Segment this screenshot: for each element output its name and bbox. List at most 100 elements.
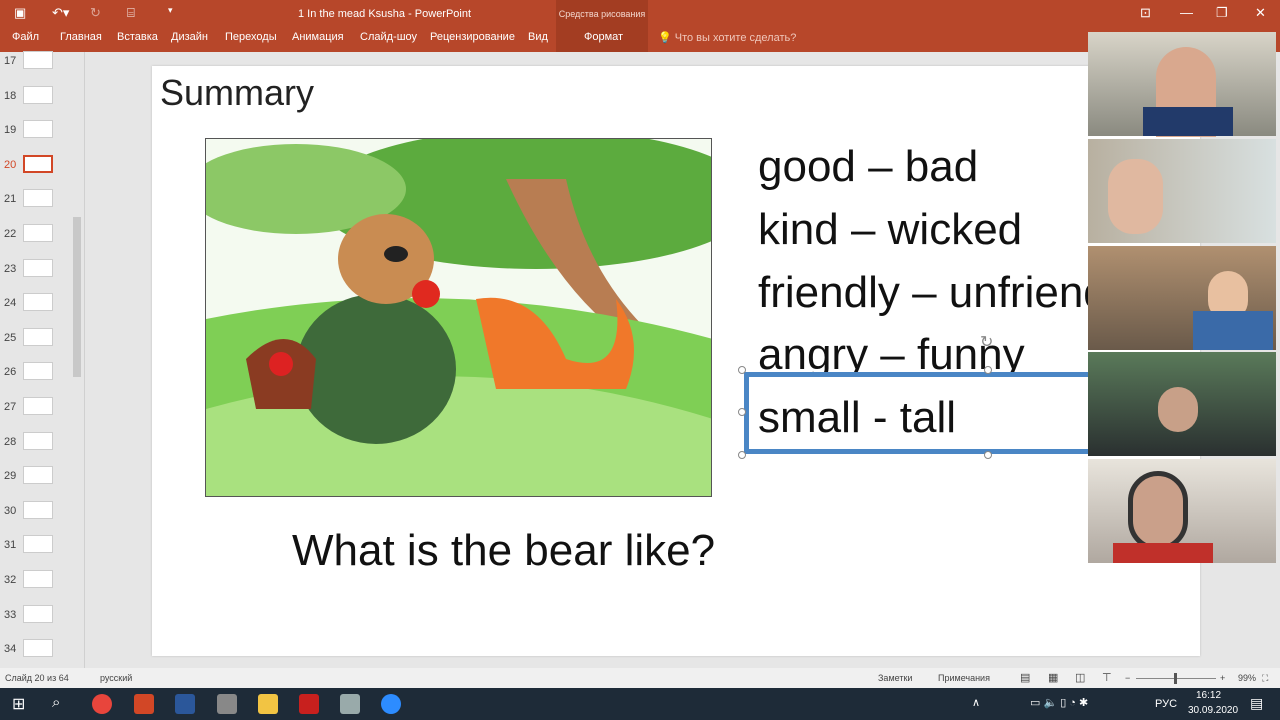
fit-slide-icon[interactable]: ⛶ — [1262, 673, 1268, 684]
resize-handle[interactable] — [984, 451, 992, 459]
taskbar: ⊞ ⌕ ∧ ▭ 🔈 ▯ ◔ ✱ РУС 16:12 30.09.2020 ▤ — [0, 688, 1280, 720]
zoom-slider[interactable] — [1136, 673, 1216, 684]
thumbnail-preview — [23, 639, 53, 658]
tab-design[interactable]: Дизайн — [171, 31, 208, 43]
zoom-level[interactable]: 99% — [1238, 673, 1256, 683]
undo-icon[interactable]: ↶▾ — [52, 5, 69, 21]
word-pair: kind – wicked — [758, 205, 1023, 254]
thumbnail-preview — [23, 293, 53, 312]
slide-counter: Слайд 20 из 64 — [5, 673, 69, 683]
slide-number: 23 — [4, 262, 17, 275]
tab-home[interactable]: Главная — [60, 31, 102, 43]
zoom-out-icon[interactable]: − — [1125, 673, 1130, 683]
clock-time[interactable]: 16:12 — [1196, 690, 1221, 701]
comments-button[interactable]: Примечания — [938, 673, 990, 683]
powerpoint-icon[interactable] — [134, 694, 154, 714]
illustration-art — [206, 139, 711, 496]
tab-file[interactable]: Файл — [12, 31, 39, 43]
start-icon[interactable]: ⊞ — [12, 694, 25, 714]
acrobat-icon[interactable] — [299, 694, 319, 714]
slide-number: 34 — [4, 643, 17, 656]
slide-number: 24 — [4, 297, 17, 310]
slide-number: 19 — [4, 124, 17, 137]
thumbnail-preview — [23, 258, 53, 277]
word-pair-selected[interactable]: small - tall — [758, 393, 956, 443]
slide-number: 25 — [4, 331, 17, 344]
app-icon[interactable] — [340, 694, 360, 714]
status-bar: Слайд 20 из 64 русский Заметки Примечани… — [0, 668, 1280, 688]
zoom-app-icon[interactable] — [381, 694, 401, 714]
video-tile[interactable] — [1088, 32, 1276, 137]
slide-number: 21 — [4, 193, 17, 206]
rotate-handle-icon[interactable]: ↻ — [980, 332, 993, 352]
minimize-icon[interactable]: — — [1180, 5, 1193, 20]
tab-insert[interactable]: Вставка — [117, 31, 158, 43]
drawing-tools-context: Средства рисования — [556, 0, 648, 52]
tab-format[interactable]: Формат — [584, 31, 623, 43]
thumbnail-preview — [23, 362, 53, 381]
thumbnail-preview — [23, 535, 53, 554]
tab-slideshow[interactable]: Слайд-шоу — [360, 31, 417, 43]
notifications-icon[interactable]: ▤ — [1250, 695, 1263, 712]
normal-view-icon[interactable]: ▤ — [1020, 671, 1030, 684]
thumbnail-preview — [23, 466, 53, 485]
slide-number: 30 — [4, 504, 17, 517]
thumbnail-preview — [23, 500, 53, 519]
word-pair: good – bad — [758, 142, 979, 191]
customize-icon[interactable]: ▾ — [168, 5, 173, 16]
slide-number: 29 — [4, 470, 17, 483]
reading-view-icon[interactable]: ◫ — [1075, 671, 1085, 684]
video-tile[interactable] — [1088, 352, 1276, 456]
video-tile[interactable] — [1088, 139, 1276, 243]
resize-handle[interactable] — [738, 366, 746, 374]
slide-scrollbar[interactable] — [1266, 52, 1280, 668]
ribbon-options-icon[interactable]: ⊡ — [1140, 5, 1151, 21]
close-icon[interactable]: ✕ — [1255, 5, 1266, 21]
sorter-view-icon[interactable]: ▦ — [1048, 671, 1058, 684]
tray-chevron-icon[interactable]: ∧ — [972, 696, 980, 709]
slide-number: 31 — [4, 539, 17, 552]
presentation-icon[interactable]: ⌸ — [127, 5, 135, 21]
explorer-icon[interactable] — [258, 694, 278, 714]
chrome-icon[interactable] — [92, 694, 112, 714]
clock-date[interactable]: 30.09.2020 — [1188, 705, 1238, 716]
slide-canvas[interactable]: Summary good – bad kind – wicked friendl… — [152, 66, 1200, 656]
search-label: Что вы хотите сделать? — [674, 32, 797, 44]
slide-title: Summary — [160, 72, 315, 113]
slide-number: 20 — [4, 158, 17, 171]
thumbnail-preview — [23, 189, 53, 208]
slide-number: 26 — [4, 366, 17, 379]
thumbnail-preview — [23, 224, 53, 242]
save-icon[interactable]: ▣ — [14, 5, 26, 21]
thumbnail-preview — [23, 570, 53, 588]
slideshow-view-icon[interactable]: ⊤ — [1102, 671, 1112, 684]
video-tile[interactable] — [1088, 459, 1276, 563]
thumbnail-scrollbar[interactable] — [70, 52, 84, 668]
slide-number: 33 — [4, 608, 17, 621]
tab-transitions[interactable]: Переходы — [225, 31, 277, 43]
resize-handle[interactable] — [984, 366, 992, 374]
input-language[interactable]: РУС — [1155, 698, 1177, 710]
search-icon[interactable]: ⌕ — [52, 694, 60, 711]
zoom-in-icon[interactable]: + — [1220, 673, 1225, 683]
thumbnail-preview — [23, 327, 53, 346]
question-text: What is the bear like? — [292, 526, 716, 575]
bear-squirrels-illustration[interactable] — [205, 138, 712, 497]
tab-review[interactable]: Рецензирование — [430, 31, 515, 43]
word-icon[interactable] — [175, 694, 195, 714]
word-pair: friendly – unfriendly — [758, 268, 1140, 317]
language-indicator[interactable]: русский — [100, 673, 132, 683]
video-tile[interactable] — [1088, 246, 1276, 350]
tell-me-search[interactable]: 💡 Что вы хотите сделать? — [658, 31, 796, 44]
media-app-icon[interactable] — [217, 694, 237, 714]
tab-animation[interactable]: Анимация — [292, 31, 344, 43]
resize-handle[interactable] — [738, 408, 746, 416]
maximize-icon[interactable]: ❐ — [1216, 5, 1228, 21]
thumbnail-preview — [23, 397, 53, 415]
notes-button[interactable]: Заметки — [878, 673, 912, 683]
tab-view[interactable]: Вид — [528, 31, 548, 43]
thumbnail-preview — [23, 85, 53, 104]
tray-icons[interactable]: ▭ 🔈 ▯ ◔ ✱ — [1030, 696, 1088, 709]
resize-handle[interactable] — [738, 451, 746, 459]
redo-icon[interactable]: ↻ — [90, 5, 101, 21]
